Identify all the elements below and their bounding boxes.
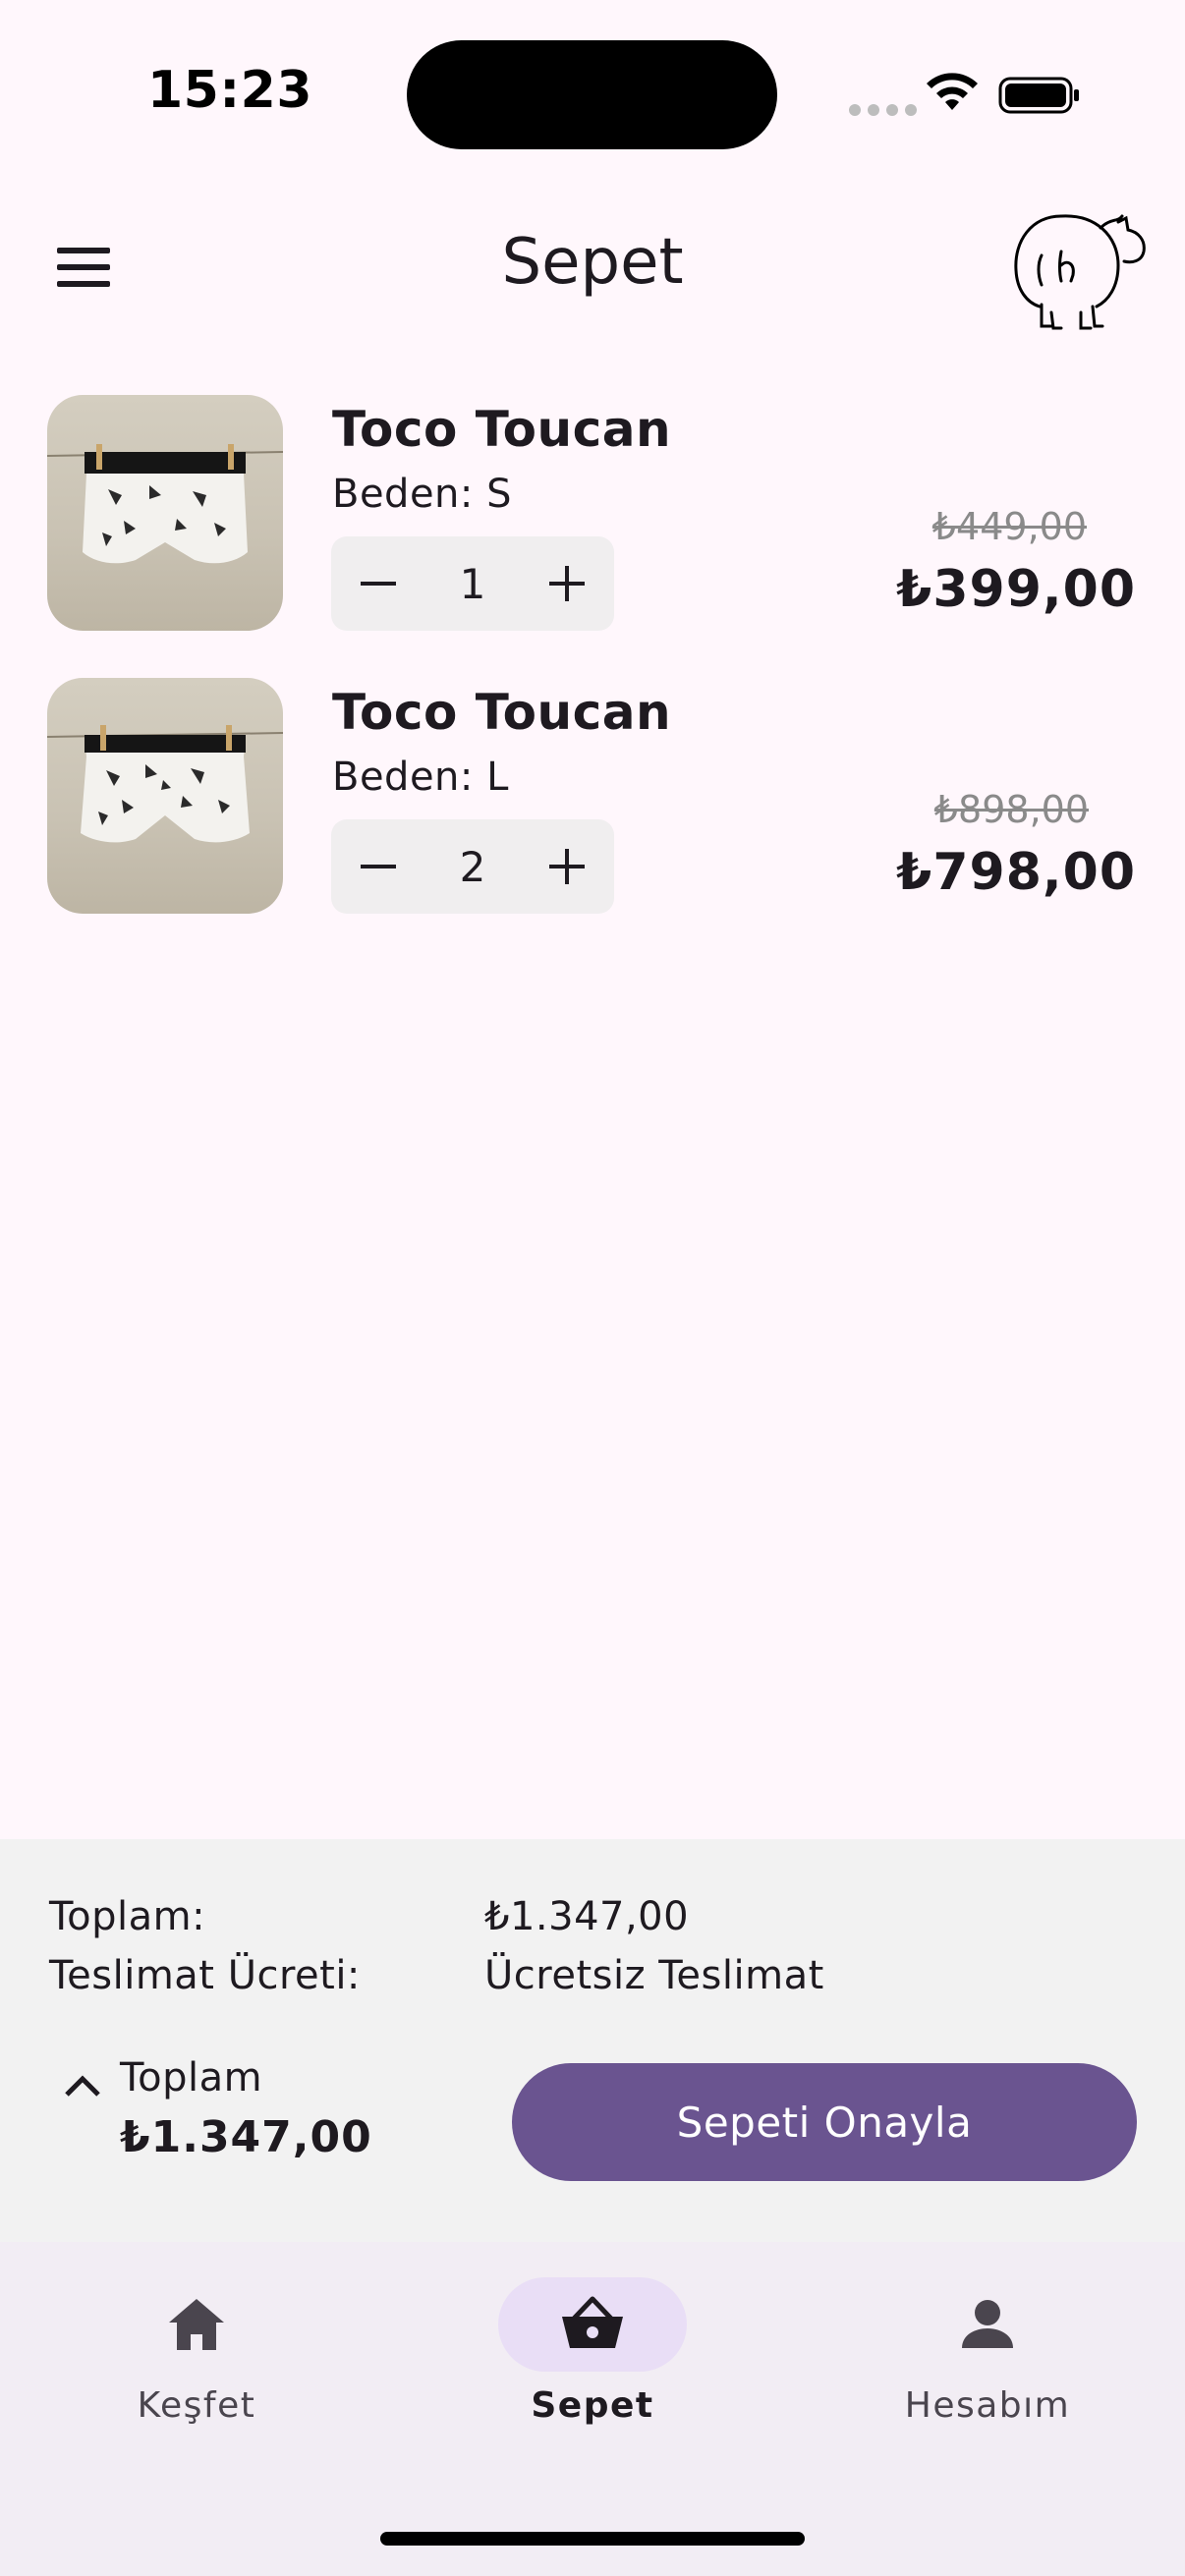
discounted-price: ₺399,00 — [896, 560, 1136, 619]
underwear-image — [47, 725, 283, 843]
increase-quantity-button[interactable] — [520, 536, 614, 631]
product-size: Beden: L — [332, 755, 509, 800]
home-icon — [169, 2299, 224, 2350]
quantity-value: 2 — [459, 842, 486, 891]
nav-label: Sepet — [531, 2385, 654, 2426]
basket-icon — [562, 2296, 623, 2348]
cellular-signal-icon — [849, 104, 917, 116]
confirm-cart-button[interactable]: Sepeti Onayla — [512, 2063, 1137, 2181]
nav-item-sepet[interactable]: Sepet — [445, 2277, 740, 2435]
increase-quantity-button[interactable] — [520, 819, 614, 914]
person-icon — [962, 2300, 1013, 2348]
battery-icon — [998, 77, 1079, 114]
total-amount: ₺1.347,00 — [120, 2112, 372, 2162]
cart-item: Toco Toucan Beden: S 1 ₺449,00 ₺399,00 — [0, 393, 1185, 631]
decrease-quantity-button[interactable] — [331, 819, 425, 914]
quantity-stepper: 1 — [331, 536, 614, 631]
minus-icon — [361, 582, 396, 586]
active-indicator — [498, 2277, 687, 2372]
subtotal-label: Toplam: — [49, 1894, 206, 1939]
total-caption: Toplam — [120, 2055, 263, 2100]
product-size: Beden: S — [332, 472, 512, 517]
status-time: 15:23 — [147, 61, 313, 120]
minus-icon — [361, 865, 396, 868]
dynamic-island — [407, 40, 777, 149]
brand-logo-icon — [1014, 214, 1146, 330]
plus-icon — [548, 566, 585, 601]
discounted-price: ₺798,00 — [896, 843, 1136, 902]
plus-icon — [548, 849, 585, 884]
product-image[interactable] — [47, 678, 283, 914]
wifi-icon — [927, 73, 978, 110]
home-indicator — [380, 2532, 805, 2546]
nav-label: Keşfet — [137, 2385, 256, 2426]
subtotal-value: ₺1.347,00 — [484, 1894, 690, 1939]
nav-item-hesabim[interactable]: Hesabım — [840, 2277, 1135, 2435]
cart-item: Toco Toucan Beden: L 2 ₺898,00 ₺798,00 — [0, 676, 1185, 914]
original-price: ₺898,00 — [933, 788, 1089, 831]
nav-item-kesfet[interactable]: Keşfet — [49, 2277, 344, 2435]
decrease-quantity-button[interactable] — [331, 536, 425, 631]
product-name: Toco Toucan — [332, 401, 672, 458]
original-price: ₺449,00 — [931, 505, 1087, 548]
shipping-fee-value: Ücretsiz Teslimat — [484, 1953, 824, 1998]
nav-label: Hesabım — [904, 2385, 1071, 2426]
shipping-fee-label: Teslimat Ücreti: — [49, 1953, 361, 1998]
product-image[interactable] — [47, 395, 283, 631]
quantity-stepper: 2 — [331, 819, 614, 914]
product-name: Toco Toucan — [332, 684, 672, 741]
chevron-up-icon — [65, 2075, 100, 2097]
underwear-image — [47, 444, 283, 564]
total-expand-toggle[interactable]: Toplam ₺1.347,00 — [49, 2053, 371, 2171]
quantity-value: 1 — [459, 559, 486, 608]
